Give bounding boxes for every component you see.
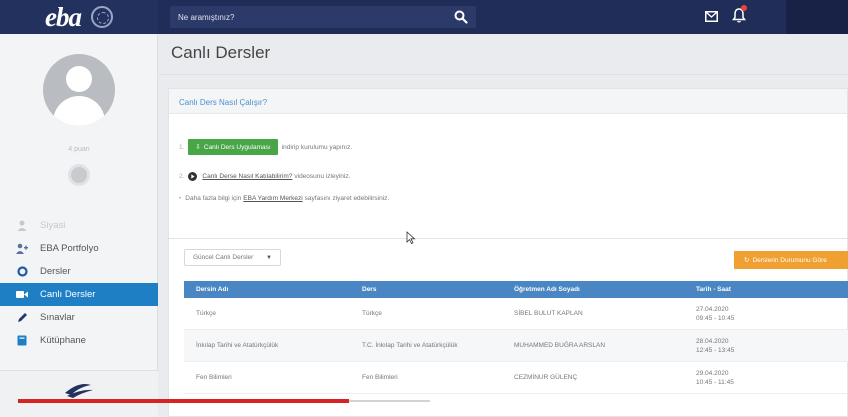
mouse-cursor-icon xyxy=(406,231,416,244)
caret-down-icon: ▼ xyxy=(266,255,272,261)
sidebar: 4 puan Siyasi EBA Portfolyo Dersler Canl… xyxy=(0,34,158,417)
help-center-link[interactable]: EBA Yardım Merkezi xyxy=(243,195,302,202)
eba-logo[interactable]: eba xyxy=(0,0,158,34)
download-icon: ⇩ xyxy=(195,144,201,151)
sidebar-item-label: Kütüphane xyxy=(40,335,86,346)
user-points: 4 puan xyxy=(68,146,90,153)
panel-header: Canlı Ders Nasıl Çalışır? xyxy=(169,89,847,114)
search-icon[interactable] xyxy=(454,10,468,24)
column-header: Tarih - Saat xyxy=(696,286,731,293)
sidebar-item-kutuphane[interactable]: Kütüphane xyxy=(0,329,158,352)
column-header: Dersin Adı xyxy=(196,286,229,293)
sidebar-item-label: Siyasi xyxy=(40,220,66,231)
table-row[interactable]: İnkılap Tarihi ve Atatürkçülük T.C. İnkı… xyxy=(184,330,848,362)
notification-badge xyxy=(741,5,747,11)
download-app-button[interactable]: ⇩ Canlı Ders Uygulaması xyxy=(188,139,278,155)
play-icon xyxy=(188,172,198,181)
video-progress-fill[interactable] xyxy=(18,399,349,403)
book-icon xyxy=(16,335,28,347)
table-header: Dersin Adı Ders Öğretmen Adı Soyadı Tari… xyxy=(184,281,848,298)
sidebar-item-label: Dersler xyxy=(40,266,71,277)
profile-area[interactable] xyxy=(786,0,848,34)
lessons-icon xyxy=(16,266,28,278)
table-row[interactable]: Fen Bilimleri Fen Bilimleri CEZMİNUR GÜL… xyxy=(184,362,848,394)
table-row[interactable]: Türkçe Türkçe SİBEL BULUT KAPLAN 27.04.2… xyxy=(184,298,848,330)
how-it-works-panel: Canlı Ders Nasıl Çalışır? 1. ⇩ Canlı Der… xyxy=(168,88,848,254)
step-2: 2. Canlı Derse Nasıl Katılabilirim? vide… xyxy=(179,172,351,181)
page-title: Canlı Dersler xyxy=(171,43,271,62)
search-input[interactable] xyxy=(170,6,440,28)
sidebar-menu: Siyasi EBA Portfolyo Dersler Canlı Dersl… xyxy=(0,214,158,352)
seal-icon xyxy=(90,6,113,28)
top-bar: eba xyxy=(0,0,848,34)
pencil-icon xyxy=(16,312,28,324)
sidebar-footer xyxy=(0,370,158,417)
sidebar-item-dersler[interactable]: Dersler xyxy=(0,260,158,283)
logo-text: eba xyxy=(45,1,82,32)
sidebar-item-label: EBA Portfolyo xyxy=(40,243,99,254)
sidebar-item-siyasi[interactable]: Siyasi xyxy=(0,214,158,237)
how-to-join-link[interactable]: Canlı Derse Nasıl Katılabilirim? xyxy=(202,173,292,180)
refresh-icon: ↻ xyxy=(744,257,750,264)
sidebar-item-sinavlar[interactable]: Sınavlar xyxy=(0,306,158,329)
lesson-filter-select[interactable]: Güncel Canlı Dersler ▼ xyxy=(184,249,281,266)
search-box xyxy=(170,6,476,28)
main-content: Canlı Dersler Canlı Ders Nasıl Çalışır? … xyxy=(159,34,848,417)
user-icon xyxy=(16,220,28,232)
sidebar-item-eba-portfolyo[interactable]: EBA Portfolyo xyxy=(0,237,158,260)
live-lessons-panel: Güncel Canlı Dersler ▼ ↻ Derslerin Durum… xyxy=(168,238,848,417)
sidebar-item-canli-dersler[interactable]: Canlı Dersler xyxy=(0,283,158,306)
video-icon xyxy=(16,289,28,301)
step-1: 1. ⇩ Canlı Ders Uygulaması indirip kurul… xyxy=(179,139,352,155)
ministry-logo-icon xyxy=(63,384,95,403)
portfolio-icon xyxy=(16,243,28,255)
column-header: Öğretmen Adı Soyadı xyxy=(514,286,580,293)
panel-heading[interactable]: Canlı Ders Nasıl Çalışır? xyxy=(179,98,267,107)
sidebar-item-label: Canlı Dersler xyxy=(40,289,96,300)
divider xyxy=(159,74,848,75)
step-3: • Daha fazla bilgi için EBA Yardım Merke… xyxy=(179,195,390,202)
badge-icon xyxy=(68,164,90,186)
mail-icon[interactable] xyxy=(705,11,718,22)
avatar[interactable] xyxy=(43,54,115,126)
sidebar-item-label: Sınavlar xyxy=(40,312,75,323)
column-header: Ders xyxy=(362,286,377,293)
lesson-status-button[interactable]: ↻ Derslerin Durumunu Göre xyxy=(734,251,848,269)
